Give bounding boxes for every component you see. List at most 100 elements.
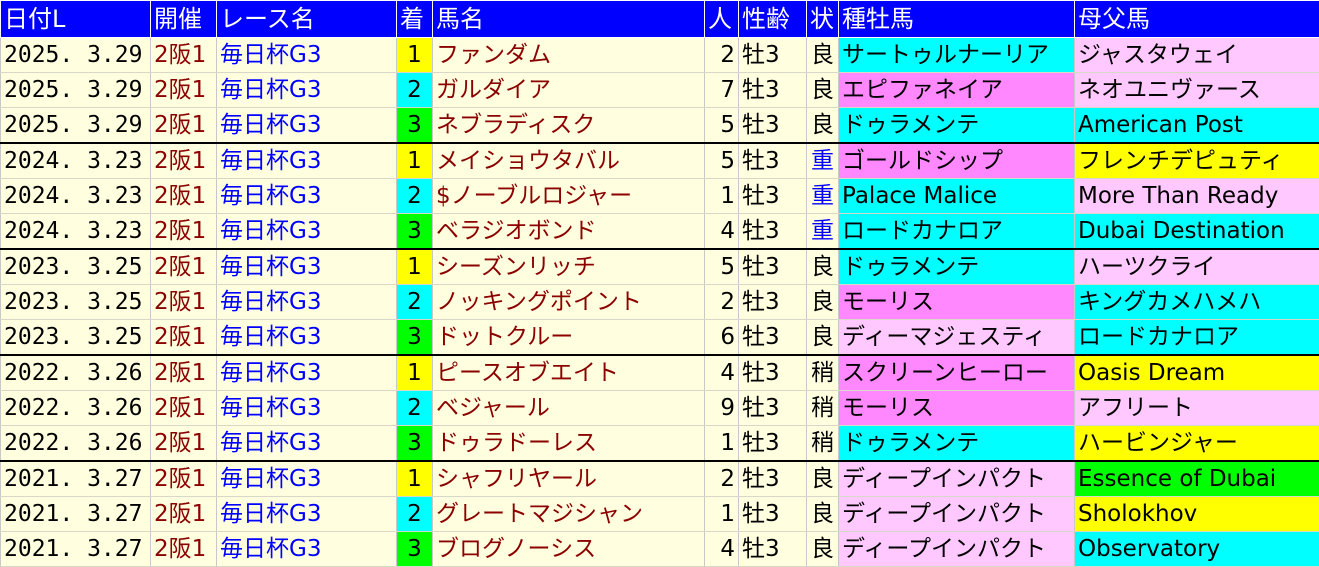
kaisai-cell: 2阪1 (151, 179, 217, 214)
dam-sire-cell: ハービンジャー (1075, 426, 1319, 462)
horse-name-cell: ベラジオボンド (433, 214, 705, 250)
sire-cell: モーリス (839, 285, 1075, 320)
place-cell: 1 (397, 143, 433, 179)
kaisai-cell: 2阪1 (151, 108, 217, 144)
horse-name-cell: ガルダイア (433, 73, 705, 108)
horse-name-cell: ベジャール (433, 391, 705, 426)
date-cell: 2023. 3.25 (1, 320, 151, 356)
horse-name-cell: シャフリヤール (433, 461, 705, 497)
header-kaisai[interactable]: 開催 (151, 1, 217, 38)
table-row[interactable]: 2022. 3.26 2阪1 毎日杯G3 3 ドゥラドーレス 1 牡3 稍 ドゥ… (1, 426, 1319, 462)
sire-cell: エピファネイア (839, 73, 1075, 108)
sire-cell: ディープインパクト (839, 532, 1075, 567)
horse-name-cell: ピースオブエイト (433, 355, 705, 391)
date-cell: 2025. 3.29 (1, 38, 151, 73)
header-date[interactable]: 日付L (1, 1, 151, 38)
popularity-cell: 4 (705, 532, 739, 567)
table-row[interactable]: 2024. 3.23 2阪1 毎日杯G3 2 $ノーブルロジャー 1 牡3 重 … (1, 179, 1319, 214)
date-cell: 2024. 3.23 (1, 179, 151, 214)
popularity-cell: 1 (705, 426, 739, 462)
dam-sire-cell: Dubai Destination (1075, 214, 1319, 250)
kaisai-cell: 2阪1 (151, 38, 217, 73)
place-cell: 3 (397, 320, 433, 356)
dam-sire-cell: ジャスタウェイ (1075, 38, 1319, 73)
place-cell: 3 (397, 214, 433, 250)
dam-sire-cell: ハーツクライ (1075, 249, 1319, 285)
table-row[interactable]: 2025. 3.29 2阪1 毎日杯G3 2 ガルダイア 7 牡3 良 エピファ… (1, 73, 1319, 108)
place-cell: 2 (397, 73, 433, 108)
table-row[interactable]: 2023. 3.25 2阪1 毎日杯G3 2 ノッキングポイント 2 牡3 良 … (1, 285, 1319, 320)
table-row[interactable]: 2025. 3.29 2阪1 毎日杯G3 3 ネブラディスク 5 牡3 良 ドゥ… (1, 108, 1319, 144)
table-row[interactable]: 2022. 3.26 2阪1 毎日杯G3 1 ピースオブエイト 4 牡3 稍 ス… (1, 355, 1319, 391)
horse-name-cell: グレートマジシャン (433, 497, 705, 532)
race-name-cell: 毎日杯G3 (217, 355, 397, 391)
track-condition-cell: 重 (807, 143, 839, 179)
header-track-condition[interactable]: 状 (807, 1, 839, 38)
table-row[interactable]: 2024. 3.23 2阪1 毎日杯G3 3 ベラジオボンド 4 牡3 重 ロー… (1, 214, 1319, 250)
place-cell: 1 (397, 249, 433, 285)
dam-sire-cell: アフリート (1075, 391, 1319, 426)
popularity-cell: 6 (705, 320, 739, 356)
place-cell: 2 (397, 497, 433, 532)
race-name-cell: 毎日杯G3 (217, 108, 397, 144)
kaisai-cell: 2阪1 (151, 285, 217, 320)
dam-sire-cell: Observatory (1075, 532, 1319, 567)
race-name-cell: 毎日杯G3 (217, 249, 397, 285)
header-horse-name[interactable]: 馬名 (433, 1, 705, 38)
sex-age-cell: 牡3 (739, 532, 807, 567)
popularity-cell: 2 (705, 285, 739, 320)
race-name-cell: 毎日杯G3 (217, 285, 397, 320)
dam-sire-cell: Essence of Dubai (1075, 461, 1319, 497)
header-race-name[interactable]: レース名 (217, 1, 397, 38)
race-name-cell: 毎日杯G3 (217, 426, 397, 462)
table-row[interactable]: 2024. 3.23 2阪1 毎日杯G3 1 メイショウタバル 5 牡3 重 ゴ… (1, 143, 1319, 179)
sex-age-cell: 牡3 (739, 249, 807, 285)
dam-sire-cell: フレンチデピュティ (1075, 143, 1319, 179)
sire-cell: ディープインパクト (839, 497, 1075, 532)
table-row[interactable]: 2025. 3.29 2阪1 毎日杯G3 1 ファンダム 2 牡3 良 サートゥ… (1, 38, 1319, 73)
sex-age-cell: 牡3 (739, 497, 807, 532)
sire-cell: ドゥラメンテ (839, 249, 1075, 285)
race-name-cell: 毎日杯G3 (217, 497, 397, 532)
kaisai-cell: 2阪1 (151, 73, 217, 108)
place-cell: 2 (397, 179, 433, 214)
place-cell: 1 (397, 38, 433, 73)
race-name-cell: 毎日杯G3 (217, 38, 397, 73)
table-row[interactable]: 2021. 3.27 2阪1 毎日杯G3 3 ブログノーシス 4 牡3 良 ディ… (1, 532, 1319, 567)
race-name-cell: 毎日杯G3 (217, 532, 397, 567)
kaisai-cell: 2阪1 (151, 249, 217, 285)
table-row[interactable]: 2022. 3.26 2阪1 毎日杯G3 2 ベジャール 9 牡3 稍 モーリス… (1, 391, 1319, 426)
popularity-cell: 9 (705, 391, 739, 426)
sex-age-cell: 牡3 (739, 214, 807, 250)
sex-age-cell: 牡3 (739, 38, 807, 73)
table-row[interactable]: 2021. 3.27 2阪1 毎日杯G3 2 グレートマジシャン 1 牡3 良 … (1, 497, 1319, 532)
header-sire[interactable]: 種牡馬 (839, 1, 1075, 38)
track-condition-cell: 良 (807, 532, 839, 567)
table-row[interactable]: 2023. 3.25 2阪1 毎日杯G3 1 シーズンリッチ 5 牡3 良 ドゥ… (1, 249, 1319, 285)
date-cell: 2024. 3.23 (1, 214, 151, 250)
sex-age-cell: 牡3 (739, 461, 807, 497)
popularity-cell: 5 (705, 249, 739, 285)
kaisai-cell: 2阪1 (151, 497, 217, 532)
sex-age-cell: 牡3 (739, 355, 807, 391)
sex-age-cell: 牡3 (739, 426, 807, 462)
dam-sire-cell: Oasis Dream (1075, 355, 1319, 391)
kaisai-cell: 2阪1 (151, 320, 217, 356)
horse-name-cell: ドゥラドーレス (433, 426, 705, 462)
horse-name-cell: ファンダム (433, 38, 705, 73)
sex-age-cell: 牡3 (739, 391, 807, 426)
table-row[interactable]: 2023. 3.25 2阪1 毎日杯G3 3 ドットクルー 6 牡3 良 ディー… (1, 320, 1319, 356)
date-cell: 2021. 3.27 (1, 461, 151, 497)
date-cell: 2022. 3.26 (1, 355, 151, 391)
track-condition-cell: 良 (807, 497, 839, 532)
header-sex-age[interactable]: 性齢 (739, 1, 807, 38)
header-popularity[interactable]: 人 (705, 1, 739, 38)
popularity-cell: 4 (705, 214, 739, 250)
header-dam-sire[interactable]: 母父馬 (1075, 1, 1319, 38)
horse-name-cell: ノッキングポイント (433, 285, 705, 320)
track-condition-cell: 良 (807, 73, 839, 108)
table-row[interactable]: 2021. 3.27 2阪1 毎日杯G3 1 シャフリヤール 2 牡3 良 ディ… (1, 461, 1319, 497)
kaisai-cell: 2阪1 (151, 391, 217, 426)
header-place[interactable]: 着 (397, 1, 433, 38)
popularity-cell: 1 (705, 497, 739, 532)
